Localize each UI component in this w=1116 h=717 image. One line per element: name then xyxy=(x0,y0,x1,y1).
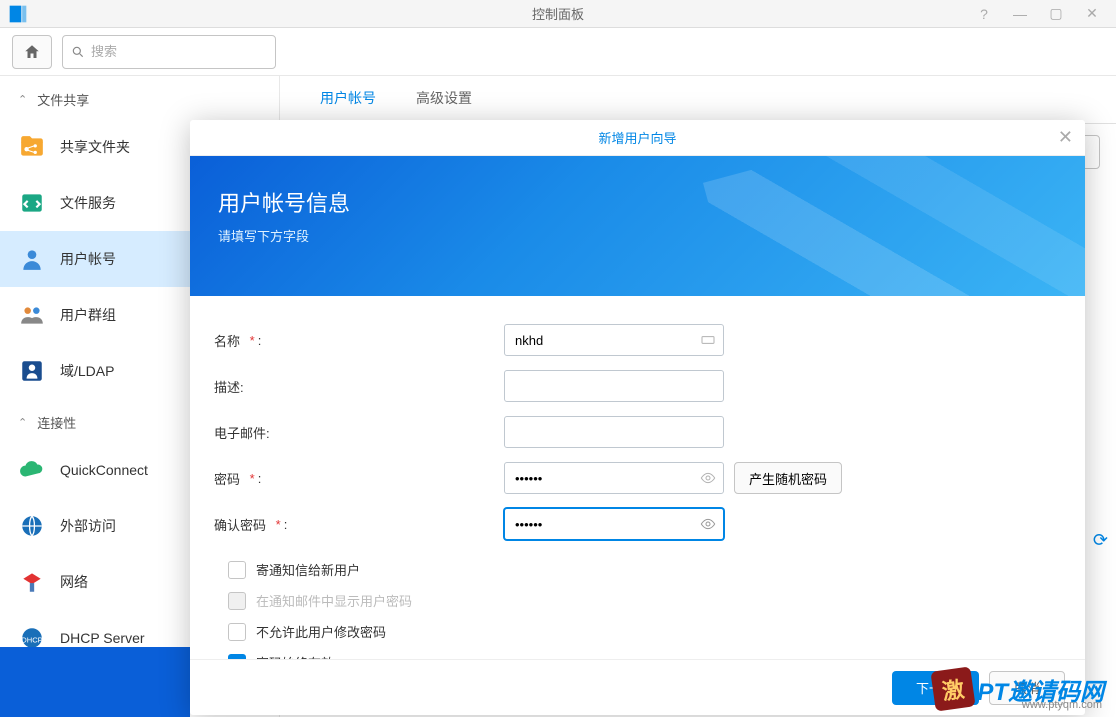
deny-change-check-row[interactable]: 不允许此用户修改密码 xyxy=(214,616,1061,647)
modal-footer: 下一步 取消 xyxy=(190,659,1085,715)
toolbar-search[interactable] xyxy=(62,35,276,69)
banner-subtitle: 请填写下方字段 xyxy=(218,226,1057,245)
svg-text:DHCP: DHCP xyxy=(21,635,42,644)
tabs: 用户帐号 高级设置 xyxy=(280,76,1116,124)
maximize-icon[interactable]: ▢ xyxy=(1044,2,1068,26)
sidebar-item-label: 用户帐号 xyxy=(60,249,116,269)
name-input[interactable] xyxy=(504,324,724,356)
modal-title: 新增用户向导 xyxy=(598,128,676,147)
home-button[interactable] xyxy=(12,35,52,69)
user-icon xyxy=(18,245,46,273)
sidebar-section-label: 文件共享 xyxy=(37,90,89,109)
globe-icon xyxy=(18,512,46,540)
cloud-icon xyxy=(18,456,46,484)
search-icon xyxy=(71,45,85,59)
close-icon[interactable]: ✕ xyxy=(1080,2,1104,26)
sidebar-item-label: 网络 xyxy=(60,572,88,592)
sidebar-item-label: DHCP Server xyxy=(60,630,145,646)
desc-input[interactable] xyxy=(504,370,724,402)
notify-checkbox[interactable] xyxy=(228,561,246,579)
deny-change-checkbox[interactable] xyxy=(228,623,246,641)
generate-password-button[interactable]: 产生随机密码 xyxy=(734,462,842,494)
sidebar-item-label: 域/LDAP xyxy=(60,361,114,381)
folder-share-icon xyxy=(18,133,46,161)
show-pw-check-row: 在通知邮件中显示用户密码 xyxy=(214,585,1061,616)
desc-label: 描述: xyxy=(214,377,504,396)
sidebar-item-label: QuickConnect xyxy=(60,462,148,478)
email-input[interactable] xyxy=(504,416,724,448)
toolbar-search-input[interactable] xyxy=(91,44,267,59)
new-user-wizard-modal: 新增用户向导 ✕ 用户帐号信息 请填写下方字段 名称 *: 描述: 电子邮件: … xyxy=(190,120,1085,715)
eye-icon[interactable] xyxy=(700,470,716,486)
help-icon[interactable]: ? xyxy=(972,2,996,26)
tab-user[interactable]: 用户帐号 xyxy=(300,76,396,123)
minimize-icon[interactable]: — xyxy=(1008,2,1032,26)
confirm-password-input[interactable] xyxy=(504,508,724,540)
titlebar: 控制面板 ? — ▢ ✕ xyxy=(0,0,1116,28)
modal-body: 名称 *: 描述: 电子邮件: 密码 *: 产生随机密码 确认密码 *: xyxy=(190,296,1085,659)
password-label: 密码 *: xyxy=(214,469,504,488)
notify-label: 寄通知信给新用户 xyxy=(256,560,360,579)
confirm-label: 确认密码 *: xyxy=(214,515,504,534)
password-input[interactable] xyxy=(504,462,724,494)
always-valid-check-row[interactable]: ✓ 密码始终有效 xyxy=(214,647,1061,659)
modal-banner: 用户帐号信息 请填写下方字段 xyxy=(190,156,1085,296)
keyboard-icon xyxy=(700,332,716,348)
app-icon xyxy=(0,0,36,28)
group-icon xyxy=(18,301,46,329)
bottom-bar xyxy=(0,647,190,717)
top-toolbar xyxy=(0,28,1116,76)
sidebar-item-label: 文件服务 xyxy=(60,193,116,213)
show-pw-label: 在通知邮件中显示用户密码 xyxy=(256,591,412,610)
banner-title: 用户帐号信息 xyxy=(218,186,1057,218)
modal-header: 新增用户向导 ✕ xyxy=(190,120,1085,156)
eye-icon[interactable] xyxy=(700,516,716,532)
cancel-button[interactable]: 取消 xyxy=(989,671,1065,705)
file-service-icon xyxy=(18,189,46,217)
name-label: 名称 *: xyxy=(214,331,504,350)
email-label: 电子邮件: xyxy=(214,423,504,442)
network-icon xyxy=(18,568,46,596)
notify-check-row[interactable]: 寄通知信给新用户 xyxy=(214,554,1061,585)
show-pw-checkbox xyxy=(228,592,246,610)
refresh-icon[interactable]: ⟳ xyxy=(1093,530,1108,551)
sidebar-item-label: 外部访问 xyxy=(60,516,116,536)
next-button[interactable]: 下一步 xyxy=(892,671,979,705)
window-title: 控制面板 xyxy=(532,4,584,23)
sidebar-item-label: 共享文件夹 xyxy=(60,137,130,157)
sidebar-item-label: 用户群组 xyxy=(60,305,116,325)
sidebar-section-label: 连接性 xyxy=(37,413,76,432)
deny-change-label: 不允许此用户修改密码 xyxy=(256,622,386,641)
ldap-icon xyxy=(18,357,46,385)
chevron-up-icon: ⌃ xyxy=(18,416,27,429)
modal-close-button[interactable]: ✕ xyxy=(1058,127,1073,148)
sidebar-section-file[interactable]: ⌃ 文件共享 xyxy=(0,76,279,119)
chevron-up-icon: ⌃ xyxy=(18,93,27,106)
tab-advanced[interactable]: 高级设置 xyxy=(396,76,492,123)
